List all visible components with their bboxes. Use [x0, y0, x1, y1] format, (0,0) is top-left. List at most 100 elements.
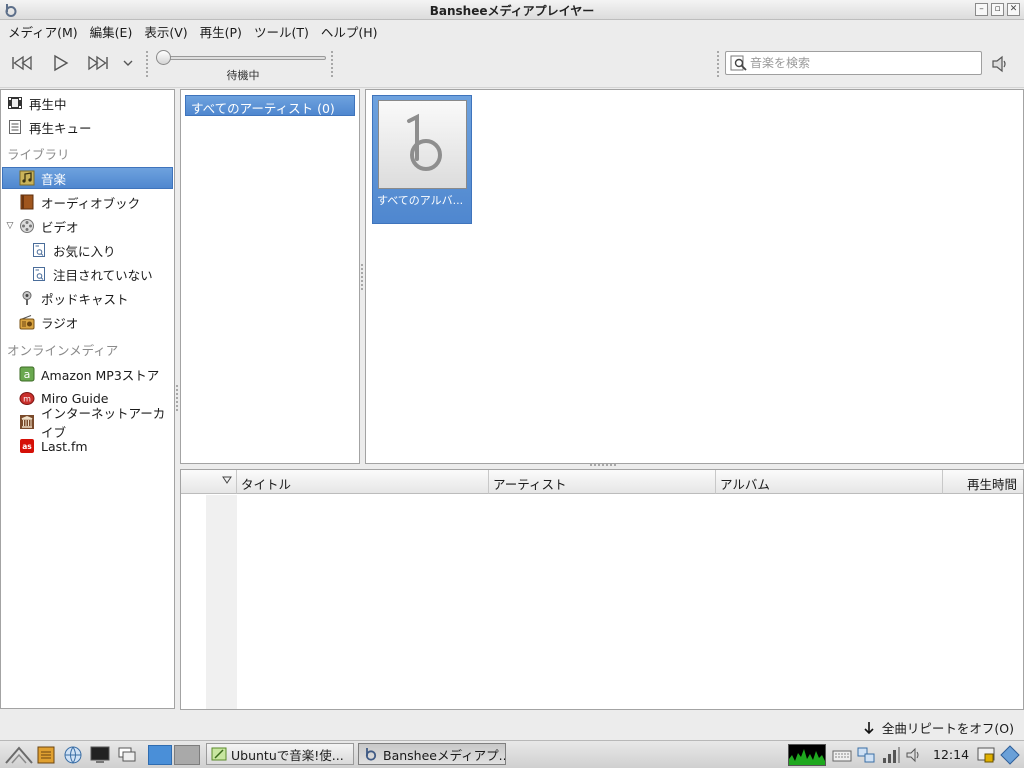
- video-icon: [20, 219, 34, 233]
- workspace-2[interactable]: [174, 745, 200, 765]
- repeat-toggle-button[interactable]: 全曲リピートをオフ(O): [862, 718, 1014, 737]
- smart-playlist-icon: [33, 267, 45, 281]
- previous-button[interactable]: [10, 52, 34, 74]
- browser-tracklist-splitter[interactable]: [590, 464, 616, 468]
- album-title: すべてのアルバ...: [377, 194, 464, 207]
- sidebar-item-label: オーディオブック: [41, 195, 141, 211]
- banshee-app-icon: [365, 748, 377, 761]
- music-icon: [19, 170, 35, 186]
- taskbar-item-label: Ubuntuで音楽!使...: [231, 747, 344, 763]
- menu-view[interactable]: 表示(V): [140, 20, 191, 40]
- volume-icon[interactable]: [904, 745, 924, 765]
- repeat-label: 全曲リピートをオフ(O): [881, 721, 1014, 736]
- chevron-down-icon: [123, 60, 133, 66]
- audiobook-icon: [20, 194, 34, 210]
- menu-edit[interactable]: 編集(E): [86, 20, 137, 40]
- sidebar-item-radio[interactable]: ラジオ: [1, 311, 174, 333]
- search-icon[interactable]: [730, 55, 748, 72]
- clock[interactable]: 12:14: [933, 747, 969, 762]
- album-cover: [378, 100, 467, 189]
- menu-playback[interactable]: 再生(P): [196, 20, 246, 40]
- sidebar-item-label: 再生キュー: [29, 120, 92, 136]
- menu-help[interactable]: ヘルプ(H): [317, 20, 382, 40]
- lock-screen-icon[interactable]: [976, 745, 996, 765]
- close-button[interactable]: ✕: [1007, 3, 1020, 16]
- sidebar-item-label: 注目されていない: [53, 267, 153, 283]
- column-header-status[interactable]: [181, 470, 237, 494]
- online-media-header: オンラインメディア: [7, 343, 119, 358]
- sidebar-item-label: ビデオ: [41, 219, 79, 235]
- sidebar-item-audiobooks[interactable]: オーディオブック: [1, 191, 174, 213]
- logout-icon[interactable]: [1000, 745, 1020, 765]
- sidebar-item-label: ポッドキャスト: [41, 291, 129, 307]
- start-menu-icon[interactable]: [4, 745, 34, 765]
- taskbar-item-banshee[interactable]: Bansheeメディアプ...: [358, 743, 506, 765]
- expander-arrow-icon[interactable]: ▽: [5, 221, 15, 231]
- workspace-1[interactable]: [148, 745, 172, 765]
- sidebar-item-now-playing[interactable]: 再生中: [1, 92, 174, 114]
- column-header-album[interactable]: アルバム: [716, 470, 943, 494]
- source-sidebar: 再生中 再生キュー ライブラリ 音楽 オーディオブック ▽ ビデオ お気に入り …: [0, 89, 175, 709]
- playback-status: 待機中: [226, 69, 260, 82]
- column-header-artist[interactable]: アーティスト: [489, 470, 716, 494]
- artist-list-item[interactable]: すべてのアーティスト (0): [185, 95, 355, 116]
- next-icon: [88, 55, 108, 71]
- svg-text:as: as: [22, 442, 32, 451]
- file-manager-icon[interactable]: [36, 745, 56, 765]
- maximize-button[interactable]: ▫: [991, 3, 1004, 16]
- column-header-duration[interactable]: 再生時間: [943, 470, 1023, 494]
- status-column-stripe: [206, 495, 237, 709]
- search-input[interactable]: [750, 54, 975, 72]
- show-desktop-icon[interactable]: [117, 745, 137, 765]
- toolbar: 待機中: [0, 40, 1024, 88]
- repeat-dropdown-button[interactable]: [118, 52, 138, 74]
- web-browser-icon[interactable]: [63, 745, 83, 765]
- signal-strength-icon[interactable]: [881, 745, 901, 765]
- network-icon[interactable]: [856, 745, 876, 765]
- terminal-icon[interactable]: [90, 745, 110, 765]
- sidebar-item-music[interactable]: 音楽: [2, 167, 173, 189]
- podcast-icon: [22, 291, 32, 305]
- menu-tools[interactable]: ツール(T): [250, 20, 313, 40]
- sidebar-item-podcasts[interactable]: ポッドキャスト: [1, 287, 174, 309]
- toolbar-grip: [146, 51, 148, 77]
- sidebar-item-unheard[interactable]: 注目されていない: [1, 263, 174, 285]
- menu-media[interactable]: メディア(M): [4, 20, 82, 40]
- previous-icon: [12, 55, 32, 71]
- search-box[interactable]: [725, 51, 982, 75]
- amazon-icon: a: [19, 366, 35, 382]
- browser-splitter[interactable]: [361, 264, 363, 290]
- sidebar-splitter[interactable]: [176, 385, 178, 411]
- archive-icon: [20, 415, 34, 429]
- library-header: ライブラリ: [7, 147, 70, 162]
- sidebar-item-amazon-mp3[interactable]: a Amazon MP3ストア: [1, 363, 174, 385]
- play-button[interactable]: [48, 52, 72, 74]
- svg-text:m: m: [23, 395, 31, 404]
- taskbar-item-ubuntu[interactable]: Ubuntuで音楽!使...: [206, 743, 354, 765]
- taskbar: Ubuntuで音楽!使... Bansheeメディアプ... 12:14: [0, 740, 1024, 768]
- seek-slider[interactable]: 待機中: [156, 50, 330, 82]
- seek-knob[interactable]: [156, 50, 171, 65]
- sidebar-item-video[interactable]: ▽ ビデオ: [1, 215, 174, 237]
- queue-icon: [9, 120, 21, 134]
- volume-icon[interactable]: [990, 54, 1010, 74]
- sidebar-item-lastfm[interactable]: as Last.fm: [1, 435, 174, 457]
- svg-text:a: a: [24, 368, 31, 381]
- sidebar-item-internet-archive[interactable]: インターネットアーカイブ: [1, 406, 174, 440]
- title-bar[interactable]: Bansheeメディアプレイヤー – ▫ ✕: [0, 0, 1024, 20]
- status-bar: 全曲リピートをオフ(O): [0, 714, 1024, 740]
- keyboard-icon[interactable]: [832, 745, 852, 765]
- minimize-button[interactable]: –: [975, 3, 988, 16]
- toolbar-grip: [717, 51, 719, 77]
- play-icon: [54, 54, 69, 72]
- next-button[interactable]: [86, 52, 110, 74]
- sidebar-item-queue[interactable]: 再生キュー: [1, 116, 174, 138]
- text-editor-icon: [211, 747, 227, 761]
- cpu-monitor: [788, 744, 826, 766]
- column-header-title[interactable]: タイトル: [237, 470, 489, 494]
- radio-icon: [19, 315, 35, 330]
- album-tile[interactable]: すべてのアルバ...: [372, 95, 472, 224]
- banshee-logo-icon: [407, 113, 442, 171]
- sidebar-item-favorites[interactable]: お気に入り: [1, 239, 174, 261]
- seek-track[interactable]: [160, 56, 326, 60]
